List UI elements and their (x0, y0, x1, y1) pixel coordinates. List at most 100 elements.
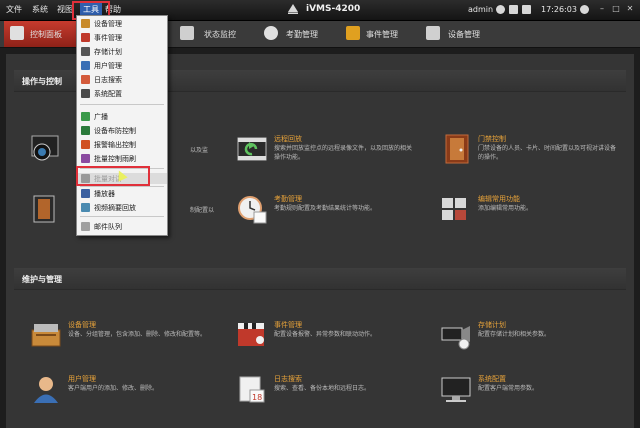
feature-event-management[interactable]: 事件管理 配置设备报警、异常参数和联动动作。 (236, 318, 416, 364)
section-title: 操作与控制 (22, 77, 62, 86)
menu-file[interactable]: 文件 (6, 4, 22, 15)
globe-icon[interactable] (496, 5, 505, 14)
event-icon (81, 33, 90, 42)
monitor-config-icon (441, 377, 471, 402)
video-camera-icon (441, 326, 470, 350)
menu-label: 视频摘要回放 (94, 204, 136, 212)
feature-desc: 搜索、查看、备份本地和远程日志。 (274, 385, 371, 392)
tab-event[interactable]: 事件管理 (344, 21, 424, 47)
feature-desc: 考勤规则配置及考勤结果统计等功能。 (274, 205, 377, 212)
menu-vca-playback[interactable]: 视频摘要回放 (77, 202, 167, 213)
tab-status-monitor[interactable]: 状态监控 (176, 21, 256, 47)
menu-label: 用户管理 (94, 62, 122, 70)
highlight-box-batch-talk (76, 166, 150, 186)
menu-label: 存储计划 (94, 48, 122, 56)
feature-edit-common[interactable]: 编辑常用功能 添加编辑常用功能。 (440, 192, 620, 238)
feature-desc: 配置客户端常用参数。 (478, 385, 539, 392)
broadcast-icon (81, 112, 90, 121)
menu-wiper-control[interactable]: 批量控制雨刷 (77, 153, 167, 164)
menu-event-management[interactable]: 事件管理 (77, 32, 167, 43)
menu-alarm-output[interactable]: 报警输出控制 (77, 139, 167, 150)
user-icon (34, 377, 58, 403)
menu-system-config[interactable]: 系统配置 (77, 88, 167, 99)
feature-log-search[interactable]: 18 日志搜索 搜索、查看、备份本地和远程日志。 (236, 372, 416, 418)
section-maint: 维护与管理 (14, 268, 626, 290)
close-icon[interactable]: ✕ (625, 4, 635, 14)
user-icon (81, 61, 90, 70)
feature-title: 日志搜索 (274, 375, 302, 383)
menu-label: 日志搜索 (94, 76, 122, 84)
menu-label: 批量控制雨刷 (94, 155, 136, 163)
door-icon (445, 134, 469, 164)
menu-broadcast[interactable]: 广播 (77, 111, 167, 122)
current-user: admin (468, 5, 494, 14)
feature-desc: 客户端用户的添加、修改、删除。 (68, 385, 159, 392)
log-icon (81, 75, 90, 84)
feature-title: 编辑常用功能 (478, 195, 520, 203)
feature-title: 事件管理 (274, 321, 302, 329)
feature-attendance[interactable]: 考勤管理 考勤规则配置及考勤结果统计等功能。 (236, 192, 416, 238)
menu-label: 事件管理 (94, 34, 122, 42)
playback-icon (237, 137, 267, 161)
clapper-icon (238, 323, 264, 346)
card-door-icon (33, 195, 55, 223)
feature-title: 考勤管理 (274, 195, 302, 203)
feature-desc: 制配置以 (190, 207, 215, 214)
feature-desc: 门禁设备的人员、卡片、时间配置以及可视对讲设备的操作。 (478, 145, 617, 161)
menu-storage-schedule[interactable]: 存储计划 (77, 46, 167, 57)
feature-system-config[interactable]: 系统配置 配置客户端常用参数。 (440, 372, 620, 418)
menu-label: 广播 (94, 113, 108, 121)
menu-log-search[interactable]: 日志搜索 (77, 74, 167, 85)
feature-desc: 配置存储计划和相关参数。 (478, 331, 551, 338)
menu-label: 设备布防控制 (94, 127, 136, 135)
tab-device[interactable]: 设备管理 (424, 21, 504, 47)
feature-user-management[interactable]: 用户管理 客户端用户的添加、修改、删除。 (30, 372, 210, 418)
mail-icon (81, 222, 90, 231)
feature-device-management[interactable]: 设备管理 设备、分组管理，包含添加、删除、修改和配置等。 (30, 318, 210, 364)
feature-desc: 设备、分组管理，包含添加、删除、修改和配置等。 (68, 331, 207, 338)
cpu-icon (580, 5, 589, 14)
menu-device-management[interactable]: 设备管理 (77, 18, 167, 29)
menu-player[interactable]: 播放器 (77, 188, 167, 199)
menu-system[interactable]: 系统 (32, 4, 48, 15)
menu-mail-queue[interactable]: 邮件队列 (77, 221, 167, 232)
app-logo-icon (288, 4, 298, 14)
feature-door-control[interactable]: 门禁控制 门禁设备的人员、卡片、时间配置以及可视对讲设备的操作。 (440, 132, 620, 178)
device-icon (81, 19, 90, 28)
arming-icon (81, 126, 90, 135)
tab-attendance[interactable]: 考勤管理 (260, 21, 340, 47)
feature-desc: 添加编辑常用功能。 (478, 205, 533, 212)
grid-icon (10, 26, 24, 40)
feature-desc: 以及监 (190, 147, 209, 154)
section-title: 维护与管理 (22, 275, 62, 284)
tab-label: 设备管理 (448, 30, 480, 39)
calendar-icon: 18 (239, 376, 265, 403)
monitor-icon[interactable] (509, 5, 518, 14)
menu-separator (80, 186, 164, 187)
maximize-icon[interactable]: □ (611, 4, 621, 14)
menu-separator (80, 104, 164, 105)
device-icon (426, 26, 440, 40)
alarm-icon (81, 140, 90, 149)
feature-title: 存储计划 (478, 321, 506, 329)
menu-view[interactable]: 视图 (57, 4, 73, 15)
feature-title: 设备管理 (68, 321, 96, 329)
feature-remote-playback[interactable]: 远程回放 搜索并回放监控点的远程录像文件，以及回放的相关操作功能。 (236, 132, 416, 178)
tab-control-panel[interactable]: 控制面板 (4, 21, 76, 47)
menu-label: 设备管理 (94, 20, 122, 28)
feature-storage-schedule[interactable]: 存储计划 配置存储计划和相关参数。 (440, 318, 620, 364)
storage-icon (81, 47, 90, 56)
player-icon (81, 189, 90, 198)
svg-text:18: 18 (252, 393, 262, 402)
lock-icon[interactable] (522, 5, 531, 14)
tools-dropdown-menu: 设备管理 事件管理 存储计划 用户管理 日志搜索 系统配置 广播 设备布防控制 … (76, 15, 168, 236)
minimize-icon[interactable]: – (597, 4, 607, 14)
common-functions-icon (442, 198, 466, 220)
tab-label: 考勤管理 (286, 30, 318, 39)
feature-desc: 搜索并回放监控点的远程录像文件，以及回放的相关操作功能。 (274, 145, 413, 161)
camera-icon (31, 135, 59, 161)
menu-label: 系统配置 (94, 90, 122, 98)
menu-user-management[interactable]: 用户管理 (77, 60, 167, 71)
menu-arming-control[interactable]: 设备布防控制 (77, 125, 167, 136)
feature-title: 门禁控制 (478, 135, 506, 143)
